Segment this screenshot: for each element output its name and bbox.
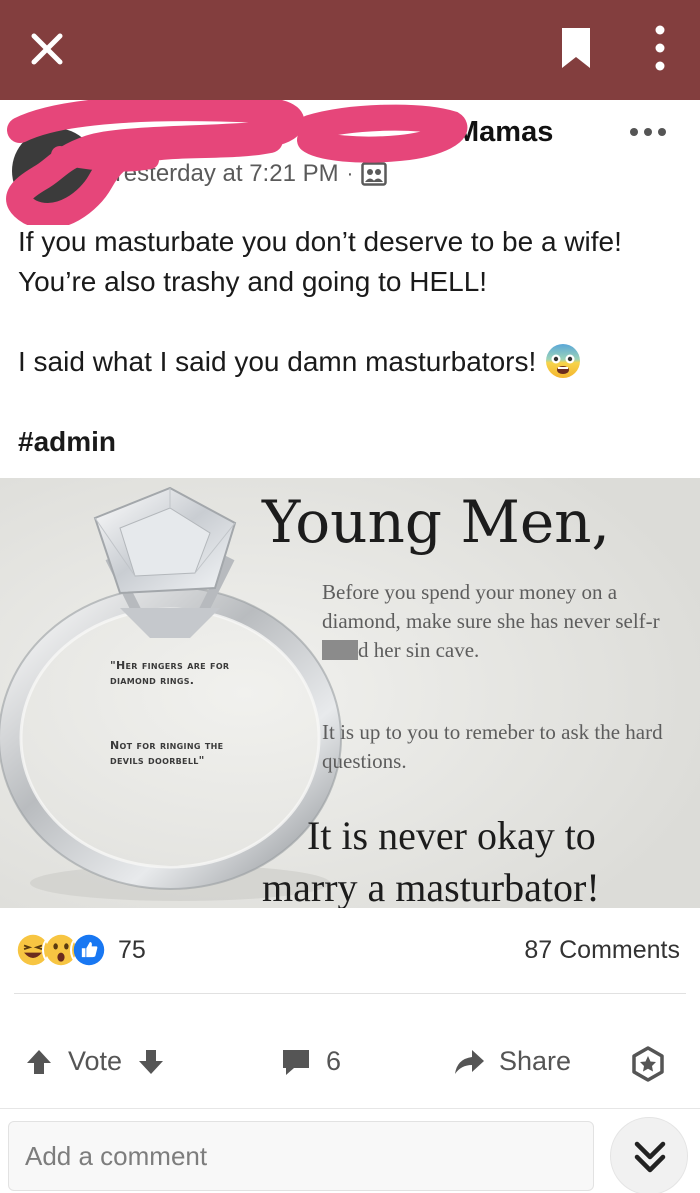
comment-count: 6 (326, 1046, 342, 1076)
comment-icon (283, 1049, 309, 1075)
action-bar: Vote 6 Share (0, 1040, 700, 1090)
post-text-paragraph: If you masturbate you don’t deserve to b… (18, 226, 622, 297)
group-icon (361, 162, 388, 186)
separator: · (346, 162, 354, 185)
post-text-paragraph: I said what I said you damn masturbators… (18, 342, 688, 382)
downvote-icon[interactable] (136, 1047, 166, 1077)
upvote-icon[interactable] (24, 1047, 54, 1077)
post-body: If you masturbate you don’t deserve to b… (18, 222, 688, 462)
post-header: Mamas Yesterday at 7:21 PM · (0, 100, 700, 225)
like-reaction-icon (70, 931, 108, 969)
close-icon[interactable] (22, 24, 72, 74)
top-app-bar (0, 0, 700, 100)
share-arrow-icon (455, 1049, 484, 1074)
fearful-face-emoji-icon (546, 344, 581, 378)
horizontal-dots-icon[interactable] (626, 122, 670, 142)
group-name[interactable]: Mamas (455, 116, 553, 149)
vote-label: Vote (68, 1046, 123, 1076)
image-quote: Not for ringing the devils doorbell" (110, 739, 224, 767)
expand-button[interactable] (610, 1117, 688, 1193)
hashtag-link[interactable]: #admin (18, 422, 688, 462)
post-image[interactable]: Young Men, Before you spend your money o… (0, 478, 700, 908)
award-icon (632, 1046, 664, 1082)
comment-bar: Add a comment (0, 1108, 700, 1193)
comment-button[interactable]: 6 (280, 1046, 341, 1077)
share-button[interactable]: Share (453, 1046, 571, 1077)
award-button[interactable] (630, 1046, 666, 1082)
post-meta: Yesterday at 7:21 PM · (110, 160, 388, 188)
image-quote: "Her fingers are for diamond rings. (110, 659, 230, 687)
reaction-count: 75 (118, 935, 146, 964)
comments-count[interactable]: 87 Comments (524, 936, 680, 965)
reactions-summary[interactable]: 75 (14, 928, 146, 972)
image-footer-line: It is never okay to (307, 813, 596, 858)
avatar[interactable] (12, 128, 98, 214)
vote-control: Vote (24, 1046, 166, 1077)
comment-input[interactable]: Add a comment (8, 1121, 594, 1191)
vertical-dots-icon[interactable] (640, 22, 680, 74)
censor-box (322, 640, 358, 660)
image-headline: Young Men, (262, 488, 610, 556)
image-paragraph: Before you spend your money on a diamond… (322, 580, 660, 662)
image-footer-line: marry a masturbator! (262, 865, 600, 908)
image-footer: It is never okay to marry a masturbator! (262, 810, 600, 908)
double-chevron-down-icon (634, 1141, 666, 1173)
timestamp[interactable]: Yesterday at 7:21 PM (110, 160, 339, 188)
divider (14, 993, 686, 994)
bookmark-icon[interactable] (560, 26, 592, 70)
image-paragraph: It is up to you to remeber to ask the ha… (322, 720, 663, 773)
share-label: Share (499, 1046, 572, 1076)
